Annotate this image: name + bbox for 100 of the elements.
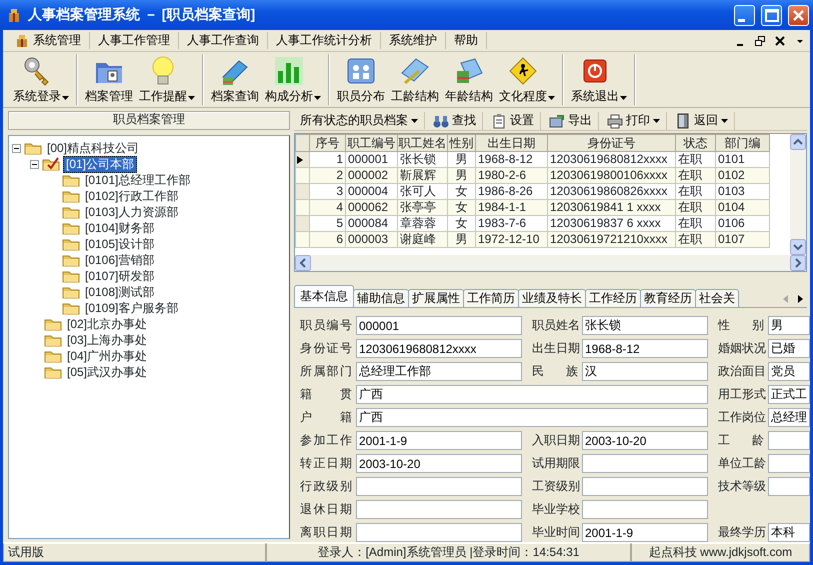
toolbar-button[interactable]: 系统登录 [10,54,72,105]
caret-icon [620,93,627,101]
toolbar-button[interactable]: 构成分析 [262,54,324,105]
table-cell: 12030619800106xxxx [548,168,676,184]
tree-item[interactable]: [0104]财务部 [83,220,156,236]
input-field[interactable]: 男 [768,316,810,335]
field-label: 职员编号 [300,318,352,333]
input-field[interactable] [356,500,522,519]
tab[interactable]: 教育经历 [640,289,696,307]
tree-item[interactable]: [0109]客户服务部 [83,300,180,316]
scrollbar[interactable] [790,134,806,255]
tree-item[interactable]: [02]北京办事处 [65,316,150,332]
input-field[interactable]: 广西 [356,408,708,427]
caret-icon [653,118,660,123]
input-field[interactable]: 已婚 [768,339,810,358]
tab[interactable]: 工作经历 [585,289,641,307]
menu-item[interactable]: 人事工作查询 [179,32,268,49]
toolbar-button[interactable]: 打印 [601,112,667,130]
tree-item[interactable]: [01]公司本部 [63,156,138,172]
toolbar-button[interactable]: 查找 [427,112,483,130]
input-field[interactable] [582,500,708,519]
column-header[interactable]: 职工姓名 [398,134,448,152]
toolbar-button[interactable]: 设置 [485,112,541,130]
tree-item[interactable]: [0101]总经理工作部 [83,172,192,188]
input-field[interactable] [356,477,522,496]
table-cell: 在职 [676,232,716,248]
input-field[interactable]: 党员 [768,362,810,381]
tree-item[interactable]: [0102]行政工作部 [83,188,180,204]
toolbar-button[interactable]: 档案查询 [208,54,262,105]
input-field[interactable] [356,523,522,542]
tree-item[interactable]: [03]上海办事处 [65,332,150,348]
table-cell: 1984-1-1 [476,200,548,216]
field-label: 入职日期 [532,433,578,448]
table-cell: 张亭亭 [398,200,448,216]
restore-icon[interactable] [754,34,766,46]
tree-item[interactable]: [05]武汉办事处 [65,364,150,380]
input-field[interactable] [768,477,810,496]
tree-item[interactable]: [0103]人力资源部 [83,204,180,220]
toolbar-button[interactable]: 工龄结构 [388,54,442,105]
input-field[interactable]: 2001-1-9 [582,523,708,542]
field-label: 最终学历 [718,525,764,540]
scrollbar[interactable] [295,255,806,271]
close-button[interactable] [788,4,809,26]
toolbar-button[interactable]: 导出 [543,112,599,130]
input-field[interactable] [582,477,708,496]
input-field[interactable]: 1968-8-12 [582,339,708,358]
column-header[interactable]: 职工编号 [346,134,398,152]
collapse-icon[interactable] [30,160,39,168]
column-header[interactable]: 身份证号 [548,134,676,152]
tree-item[interactable]: [0105]设计部 [83,236,156,252]
input-field[interactable]: 总经理 [768,408,810,427]
input-field[interactable]: 000001 [356,316,522,335]
input-field[interactable]: 本科 [768,523,810,542]
menu-item[interactable]: 系统管理 [7,32,90,49]
tab[interactable]: 基本信息 [294,285,354,307]
menu-item[interactable]: 人事工作管理 [90,32,179,49]
table-cell: 4 [310,200,346,216]
input-field[interactable]: 总经理工作部 [356,362,522,381]
tab[interactable]: 辅助信息 [353,289,409,307]
close-icon[interactable] [774,34,786,46]
toolbar-button[interactable]: 文化程度 [496,54,558,105]
input-field[interactable]: 广西 [356,385,708,404]
toolbar-button[interactable]: 档案管理 [82,54,136,105]
column-header[interactable]: 部门编 [716,134,770,152]
input-field[interactable]: 汉 [582,362,708,381]
minimize-button[interactable] [734,4,755,26]
tree-item[interactable]: [0106]营销部 [83,252,156,268]
column-header[interactable]: 出生日期 [476,134,548,152]
collapse-icon[interactable] [12,144,21,152]
menu-item[interactable]: 系统维护 [381,32,446,49]
toolbar-button[interactable]: 系统退出 [568,54,630,105]
toolbar-button[interactable]: 年龄结构 [442,54,496,105]
column-header[interactable]: 性别 [448,134,476,152]
tree-item[interactable]: [04]广州办事处 [65,348,150,364]
tree-item[interactable]: [0108]测试部 [83,284,156,300]
menu-item[interactable]: 人事工作统计分析 [268,32,381,49]
tab[interactable]: 工作简历 [463,289,519,307]
column-header[interactable]: 序号 [310,134,346,152]
input-field[interactable]: 2001-1-9 [356,431,522,450]
tab[interactable]: 业绩及特长 [518,289,586,307]
toolbar-button[interactable]: 返回 [669,112,735,130]
filter-dropdown[interactable]: 所有状态的职员档案 [294,112,425,130]
menu-item[interactable]: 帮助 [446,32,487,49]
tab[interactable]: 社会关 [695,289,739,307]
input-field[interactable] [582,454,708,473]
field-label: 单位工龄 [718,456,764,471]
tab[interactable]: 扩展属性 [408,289,464,307]
input-field[interactable] [768,431,810,450]
input-field[interactable] [768,454,810,473]
tree-item[interactable]: [0107]研发部 [83,268,156,284]
input-field[interactable]: 张长锁 [582,316,708,335]
input-field[interactable]: 正式工 [768,385,810,404]
toolbar-button[interactable]: 工作提醒 [136,54,198,105]
input-field[interactable]: 2003-10-20 [582,431,708,450]
input-field[interactable]: 2003-10-20 [356,454,522,473]
maximize-button[interactable] [761,4,782,26]
column-header[interactable]: 状态 [676,134,716,152]
tree-item[interactable]: [00]精点科技公司 [45,140,142,156]
toolbar-button[interactable]: 职员分布 [334,54,388,105]
input-field[interactable]: 12030619680812xxxx [356,339,522,358]
